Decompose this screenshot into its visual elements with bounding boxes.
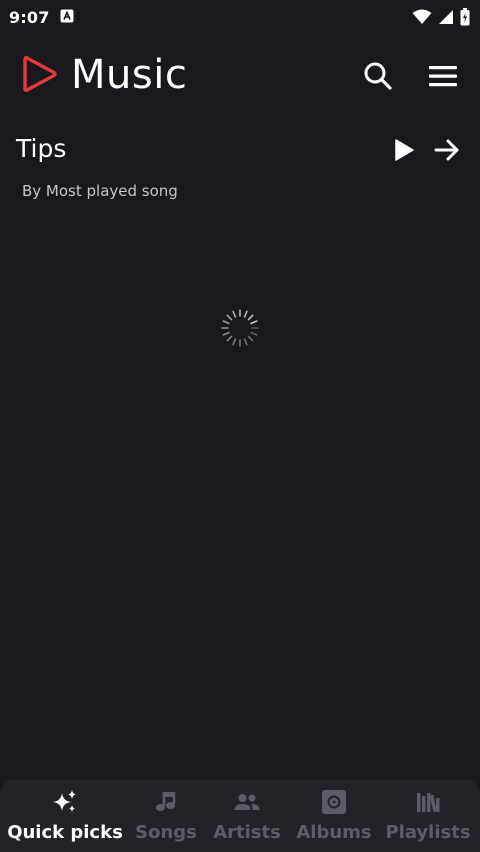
spinner-tick xyxy=(243,338,248,346)
play-icon[interactable] xyxy=(390,136,418,164)
nav-label-quick-picks: Quick picks xyxy=(7,822,123,843)
spinner-tick xyxy=(226,314,233,321)
nav-label-artists: Artists xyxy=(213,822,281,843)
loading-spinner-icon xyxy=(221,309,259,347)
nav-item-songs[interactable]: Songs xyxy=(130,780,202,852)
nav-item-albums[interactable]: Albums xyxy=(292,780,376,852)
album-icon xyxy=(322,790,346,814)
library-icon xyxy=(417,793,440,813)
signal-icon xyxy=(438,9,454,25)
status-time: 9:07 xyxy=(9,7,50,27)
wifi-icon xyxy=(412,9,432,25)
spinner-tick xyxy=(247,335,254,342)
battery-icon xyxy=(460,8,470,26)
nav-item-playlists[interactable]: Playlists xyxy=(376,780,480,852)
spinner-tick xyxy=(226,335,233,342)
music-note-icon xyxy=(156,792,176,811)
menu-icon[interactable] xyxy=(426,60,460,92)
spinner-tick xyxy=(250,320,258,325)
spinner-tick xyxy=(232,338,237,346)
nav-item-quick-picks[interactable]: Quick picks xyxy=(0,780,130,852)
screen: 9:07 Music Tips By Most played song Quic… xyxy=(0,0,480,852)
app-bar: Music xyxy=(0,46,480,106)
search-icon[interactable] xyxy=(362,60,394,92)
spinner-tick xyxy=(250,331,258,336)
nav-label-playlists: Playlists xyxy=(385,822,471,843)
status-right xyxy=(412,8,470,26)
spinner-tick xyxy=(232,310,237,318)
section-title: Tips xyxy=(16,134,67,163)
nav-item-artists[interactable]: Artists xyxy=(202,780,292,852)
spinner-tick xyxy=(247,314,254,321)
spinner-tick xyxy=(243,310,248,318)
notification-icon xyxy=(60,8,74,27)
status-bar: 9:07 xyxy=(0,0,480,34)
logo-play-icon xyxy=(23,55,57,93)
nav-label-albums: Albums xyxy=(296,822,372,843)
app-title: Music xyxy=(71,52,188,98)
bottom-nav: Quick picks Songs Artists Albums Playlis… xyxy=(0,780,480,852)
section-subtitle: By Most played song xyxy=(22,182,178,200)
sparkles-icon xyxy=(53,790,76,812)
spinner-tick xyxy=(222,320,230,325)
people-icon xyxy=(234,794,260,810)
arrow-right-icon[interactable] xyxy=(432,135,462,165)
spinner-tick xyxy=(222,331,230,336)
status-left: 9:07 xyxy=(9,8,74,27)
nav-label-songs: Songs xyxy=(135,822,197,843)
